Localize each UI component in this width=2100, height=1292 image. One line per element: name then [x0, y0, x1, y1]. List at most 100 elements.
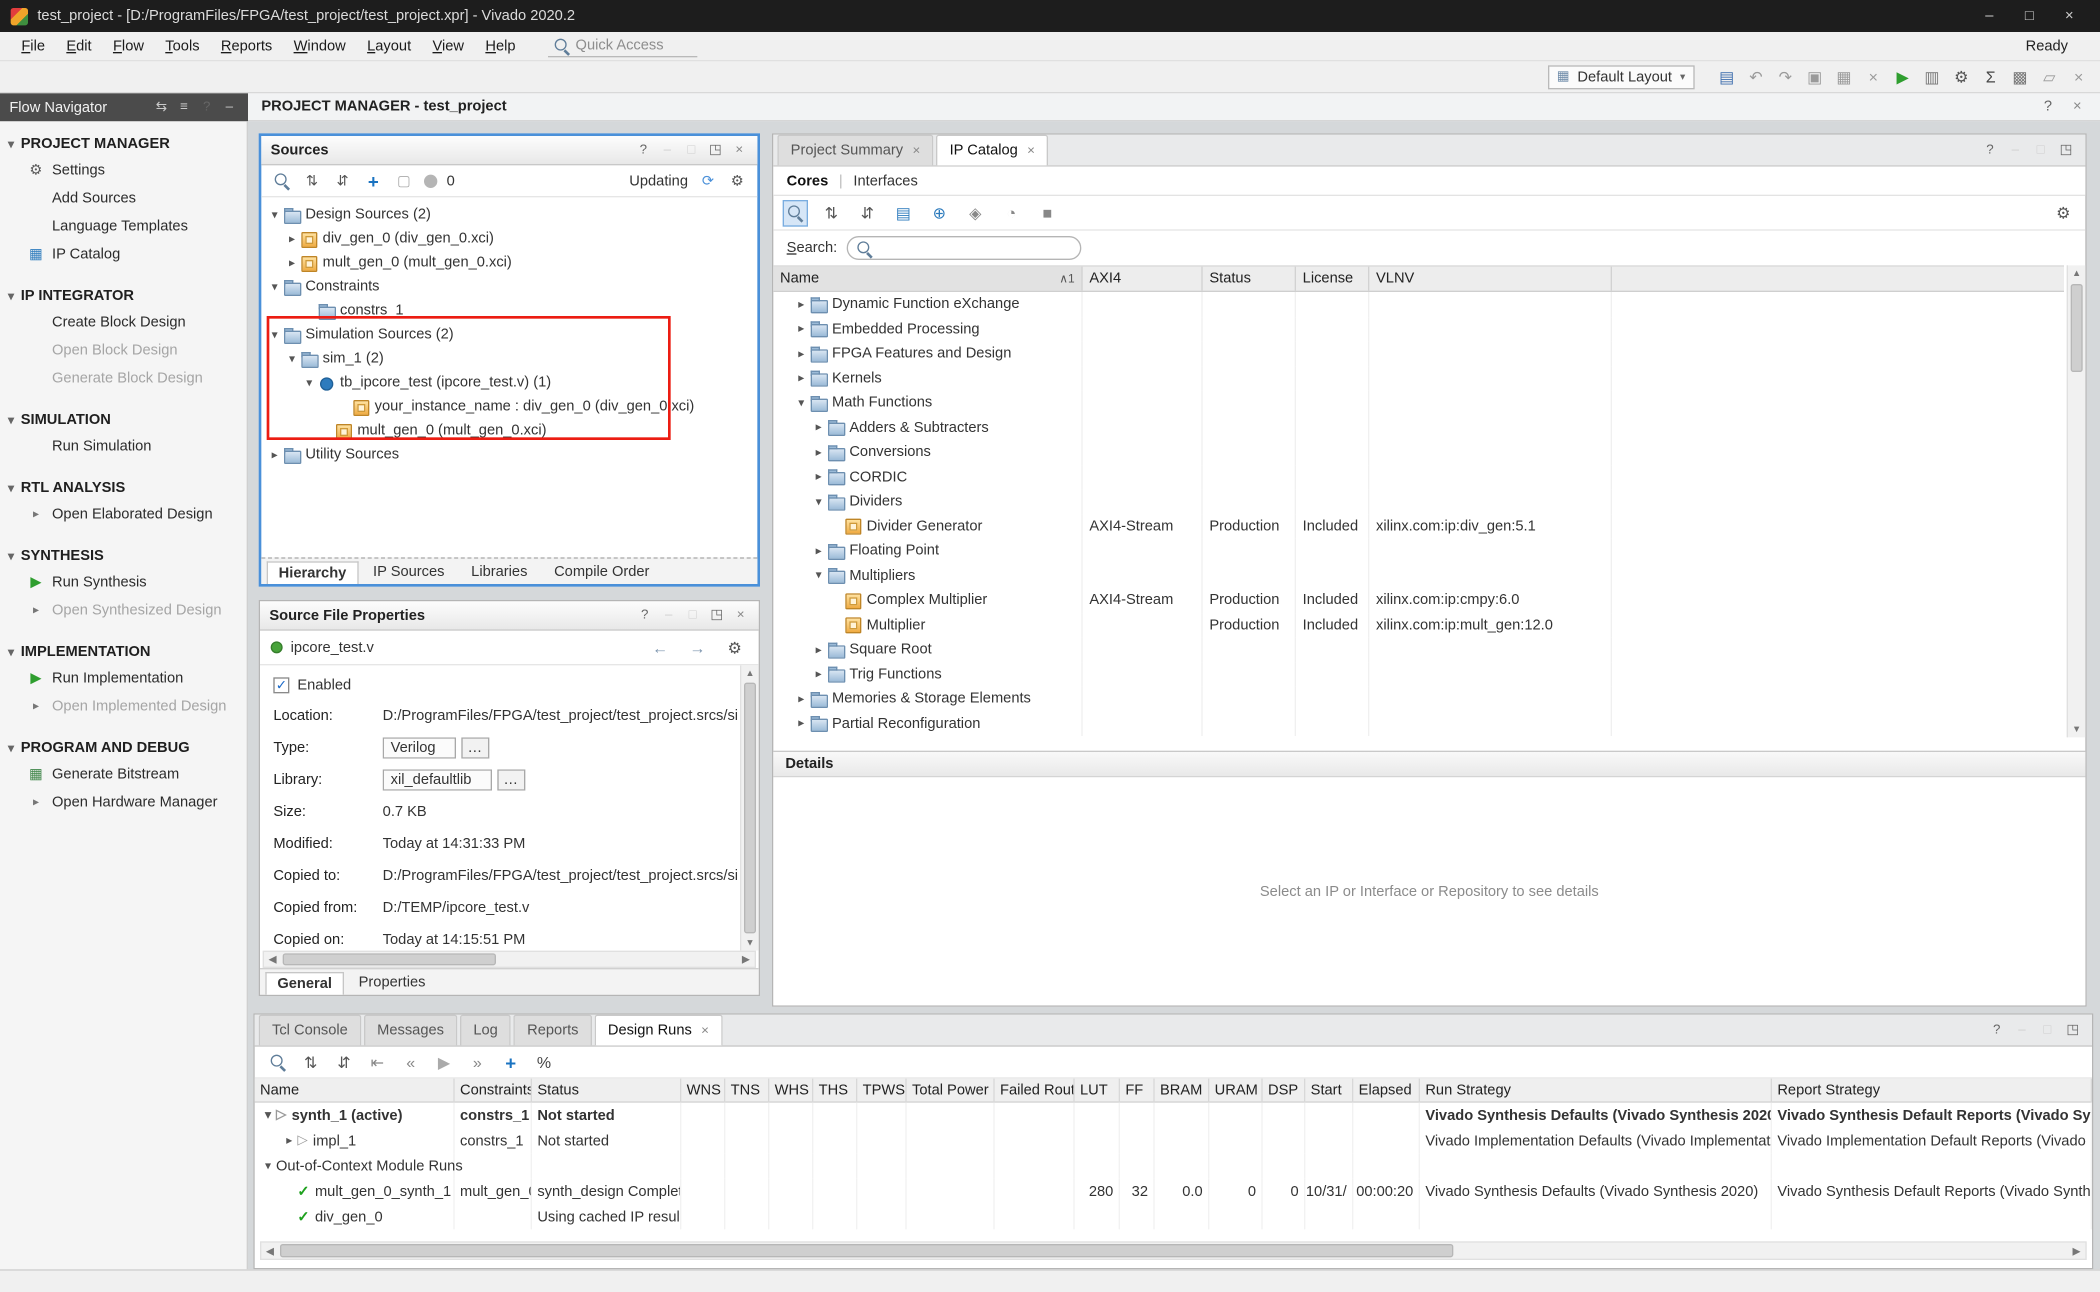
scroll-right-icon[interactable]: ▶	[2068, 1245, 2085, 1257]
refresh-icon[interactable]: ⟳	[697, 169, 718, 193]
redo-icon[interactable]: ↷	[1772, 63, 1799, 90]
quick-access-search[interactable]: Quick Access	[548, 35, 697, 58]
report-icon[interactable]: Σ	[1977, 63, 2004, 90]
tab-tcl-console[interactable]: Tcl Console	[259, 1015, 361, 1046]
menu-item-flow[interactable]: Flow	[102, 34, 154, 58]
tree-expand-icon[interactable]: ▸	[281, 1133, 297, 1148]
menu-item-window[interactable]: Window	[283, 34, 357, 58]
maximize-icon[interactable]: □	[2039, 1021, 2056, 1040]
minimize-icon[interactable]: ‒	[1969, 3, 2009, 30]
collapse-all-icon[interactable]: ⇅	[819, 199, 844, 226]
search-icon[interactable]	[271, 169, 292, 193]
ip-catalog-row[interactable]: ▸Dynamic Function eXchange	[773, 292, 2064, 317]
column-header-wns[interactable]: WNS	[681, 1079, 725, 1102]
gear-icon[interactable]: ⚙	[721, 634, 748, 661]
tree-collapse-icon[interactable]: ▾	[793, 396, 809, 411]
scroll-thumb[interactable]	[2071, 284, 2083, 372]
sidebar-item-generate-bitstream[interactable]: ▦Generate Bitstream	[0, 760, 247, 788]
add-ip-icon[interactable]: ⊕	[927, 199, 952, 226]
sidebar-item-generate-block-design[interactable]: Generate Block Design	[0, 364, 247, 392]
tab-compile-order[interactable]: Compile Order	[542, 560, 661, 584]
ip-catalog-row[interactable]: ▸Adders & Subtracters	[773, 415, 2064, 440]
step-forward-icon[interactable]: »	[465, 1049, 489, 1074]
close-icon[interactable]: ×	[2049, 3, 2089, 30]
design-run-row[interactable]: ▸▷impl_1constrs_1Not startedVivado Imple…	[255, 1128, 2092, 1153]
source-tree-item[interactable]: ▾Simulation Sources (2)	[261, 323, 757, 347]
tree-expand-icon[interactable]: ▸	[284, 255, 300, 270]
design-run-row[interactable]: ✓mult_gen_0_synth_1mult_gen_0synth_desig…	[255, 1179, 2092, 1204]
source-tree-item[interactable]: your_instance_name : div_gen_0 (div_gen_…	[261, 395, 757, 419]
flow-section-header[interactable]: ▾IMPLEMENTATION	[0, 640, 247, 664]
tab-design-runs[interactable]: Design Runs×	[595, 1015, 723, 1046]
sidebar-item-create-block-design[interactable]: Create Block Design	[0, 308, 247, 336]
column-header-ths[interactable]: THS	[813, 1079, 857, 1102]
column-header-license[interactable]: License	[1296, 267, 1369, 291]
ip-catalog-row[interactable]: ▾Math Functions	[773, 391, 2064, 416]
close-icon[interactable]: ×	[701, 1023, 709, 1038]
ellipsis-button[interactable]: …	[461, 737, 489, 758]
flow-section-header[interactable]: ▾SYNTHESIS	[0, 544, 247, 568]
copy-icon[interactable]: ▣	[1801, 63, 1828, 90]
menu-item-view[interactable]: View	[422, 34, 475, 58]
add-sources-icon[interactable]: +	[363, 169, 384, 193]
ip-catalog-row[interactable]: ▸Embedded Processing	[773, 317, 2064, 342]
ip-catalog-row[interactable]: ▸Partial Reconfiguration	[773, 711, 2064, 736]
sidebar-item-settings[interactable]: ⚙Settings	[0, 156, 247, 184]
tree-collapse-icon[interactable]: ▾	[260, 1159, 276, 1174]
flow-icon[interactable]: ▥	[1919, 63, 1946, 90]
undo-icon[interactable]: ↶	[1743, 63, 1770, 90]
minimize-icon[interactable]: ‒	[660, 606, 677, 625]
go-to-start-icon[interactable]: ⇤	[365, 1049, 389, 1074]
scroll-left-icon[interactable]: ◀	[264, 953, 281, 965]
float-icon[interactable]: ◳	[2057, 141, 2074, 160]
help-icon[interactable]: ?	[636, 606, 653, 625]
ellipsis-button[interactable]: …	[497, 769, 525, 790]
percent-icon[interactable]: %	[532, 1049, 556, 1074]
expand-all-icon[interactable]: ⇵	[332, 1049, 356, 1074]
tab-cores[interactable]: Cores	[787, 173, 829, 189]
design-run-row[interactable]: ▾▷synth_1 (active)constrs_1Not startedVi…	[255, 1103, 2092, 1128]
expand-all-icon[interactable]: ⇵	[855, 199, 880, 226]
edit-icon[interactable]: ▱	[2036, 63, 2063, 90]
design-run-row[interactable]: ✓div_gen_0Using cached IP results	[255, 1204, 2092, 1229]
scroll-thumb[interactable]	[744, 683, 756, 934]
sidebar-item-open-implemented-design[interactable]: ▸Open Implemented Design	[0, 692, 247, 720]
scroll-down-icon[interactable]: ▼	[741, 935, 758, 951]
ip-catalog-row[interactable]: ▸Trig Functions	[773, 662, 2064, 687]
column-header-lut[interactable]: LUT	[1075, 1079, 1120, 1102]
ip-catalog-row[interactable]: ▸Kernels	[773, 366, 2064, 391]
source-tree-item[interactable]: ▾Design Sources (2)	[261, 203, 757, 227]
ip-catalog-row[interactable]: ▸CORDIC	[773, 465, 2064, 490]
tree-collapse-icon[interactable]: ▾	[811, 494, 827, 509]
column-header-tpws[interactable]: TPWS	[857, 1079, 906, 1102]
scroll-thumb[interactable]	[280, 1244, 1453, 1257]
sidebar-item-open-synthesized-design[interactable]: ▸Open Synthesized Design	[0, 596, 247, 624]
history-icon[interactable]: ◔	[999, 199, 1024, 226]
help-icon[interactable]: ?	[635, 141, 652, 160]
tab-libraries[interactable]: Libraries	[459, 560, 539, 584]
value-box[interactable]: xil_defaultlib	[383, 769, 492, 790]
scroll-right-icon[interactable]: ▶	[737, 953, 754, 965]
ip-catalog-row[interactable]: Divider GeneratorAXI4-StreamProductionIn…	[773, 514, 2064, 539]
group-by-category-icon[interactable]: ▤	[891, 199, 916, 226]
column-header-total-power[interactable]: Total Power	[907, 1079, 995, 1102]
help-icon[interactable]: ?	[1981, 141, 1998, 160]
tree-expand-icon[interactable]: ▸	[793, 716, 809, 731]
close-icon[interactable]: ×	[2068, 96, 2087, 117]
ip-catalog-row[interactable]: ▸Memories & Storage Elements	[773, 687, 2064, 712]
column-header-axi4[interactable]: AXI4	[1083, 267, 1203, 291]
column-header-whs[interactable]: WHS	[769, 1079, 813, 1102]
column-header-vlnv[interactable]: VLNV	[1369, 267, 1612, 291]
sidebar-item-run-simulation[interactable]: Run Simulation	[0, 432, 247, 460]
collapse-all-icon[interactable]: ⇅	[299, 1049, 323, 1074]
tree-collapse-icon[interactable]: ▾	[811, 568, 827, 583]
sidebar-item-ip-catalog[interactable]: ▦IP Catalog	[0, 240, 247, 268]
design-runs-hscroll[interactable]: ◀ ▶	[260, 1241, 2087, 1260]
float-icon[interactable]: ◳	[707, 141, 724, 160]
flow-section-header[interactable]: ▾RTL ANALYSIS	[0, 476, 247, 500]
tree-expand-icon[interactable]: ▸	[793, 346, 809, 361]
column-header-tns[interactable]: TNS	[725, 1079, 769, 1102]
ip-catalog-row[interactable]: ▸FPGA Features and Design	[773, 341, 2064, 366]
tree-collapse-icon[interactable]: ▾	[267, 207, 283, 222]
tab-ip-sources[interactable]: IP Sources	[361, 560, 456, 584]
